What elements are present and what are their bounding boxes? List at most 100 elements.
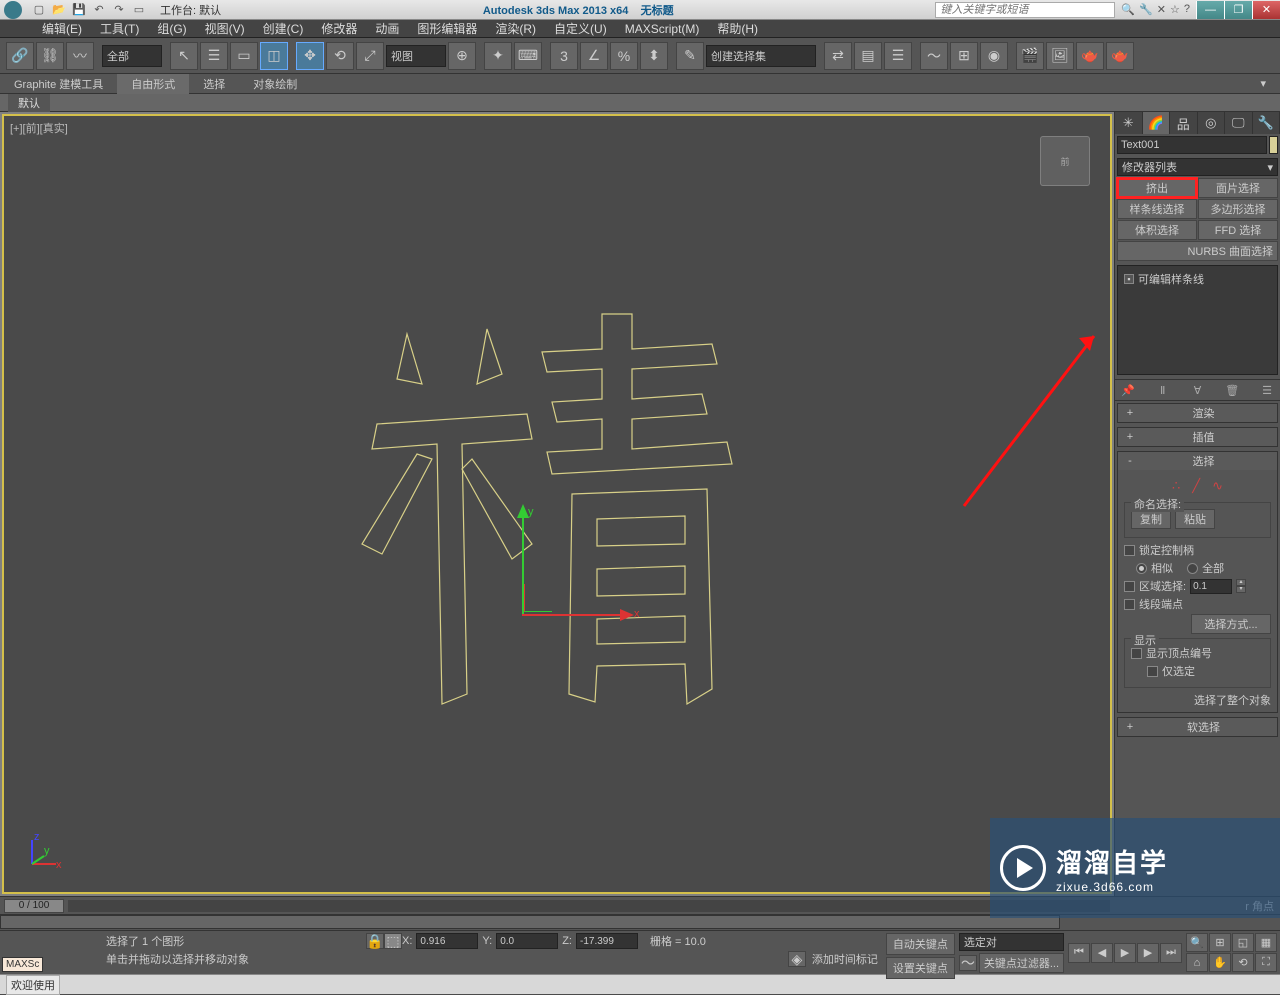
redo-icon[interactable]: ↷ [110, 2, 128, 18]
z-coord-field[interactable]: -17.399 [576, 933, 638, 949]
remove-modifier-icon[interactable]: 🗑 [1223, 382, 1241, 398]
prev-frame-icon[interactable]: ◀ [1091, 943, 1113, 963]
segment-level-icon[interactable]: ╱ [1192, 478, 1200, 494]
viewport-front[interactable]: [+][前][真实] 前 [2, 114, 1112, 894]
help-icon[interactable]: ? [1184, 3, 1190, 16]
y-coord-field[interactable]: 0.0 [496, 933, 558, 949]
ref-coord-system[interactable]: 视图 [386, 45, 446, 67]
patch-select-button[interactable]: 面片选择 [1198, 178, 1278, 198]
similar-radio[interactable] [1136, 563, 1147, 574]
maximize-viewport-icon[interactable]: ⛶ [1255, 953, 1277, 972]
selection-filter[interactable]: 全部 [102, 45, 162, 67]
undo-icon[interactable]: ↶ [90, 2, 108, 18]
zoom-extents-all-icon[interactable]: ▦ [1255, 933, 1277, 952]
modify-tab-icon[interactable]: 🌈 [1143, 112, 1171, 134]
menu-maxscript[interactable]: MAXScript(M) [617, 21, 708, 37]
poly-select-button[interactable]: 多边形选择 [1198, 199, 1278, 219]
pan-icon[interactable]: ✋ [1209, 953, 1231, 972]
use-center-icon[interactable]: ⊕ [448, 42, 476, 70]
configure-sets-icon[interactable]: ☰ [1258, 382, 1276, 398]
motion-tab-icon[interactable]: ◎ [1198, 112, 1226, 134]
layers-icon[interactable]: ☰ [884, 42, 912, 70]
menu-tools[interactable]: 工具(T) [92, 19, 147, 38]
minimize-button[interactable]: — [1196, 1, 1224, 19]
text-spline-object[interactable] [347, 294, 767, 714]
select-object-icon[interactable]: ↖ [170, 42, 198, 70]
extrude-button[interactable]: 挤出 [1117, 178, 1197, 198]
ribbon-minimize-icon[interactable]: ▾ [1246, 75, 1280, 92]
trackbar[interactable] [0, 915, 1060, 929]
spline-level-icon[interactable]: ∿ [1212, 478, 1223, 494]
select-link-icon[interactable]: 🔗 [6, 42, 34, 70]
add-time-tag[interactable]: 添加时间标记 [812, 951, 878, 967]
selection-lock-icon[interactable]: 🔒 [366, 933, 384, 949]
paste-named-sel-button[interactable]: 粘贴 [1175, 509, 1215, 529]
close-button[interactable]: ✕ [1252, 1, 1280, 19]
app-menu-icon[interactable] [4, 1, 22, 19]
new-icon[interactable]: ▢ [30, 2, 48, 18]
menu-help[interactable]: 帮助(H) [709, 19, 766, 38]
modifier-list-dropdown[interactable]: 修改器列表▾ [1117, 158, 1278, 176]
workspace-selector[interactable]: 工作台: 默认 [160, 2, 221, 18]
key-mode-icon[interactable]: 〜 [959, 955, 977, 971]
time-slider[interactable]: 0 / 100 [4, 899, 64, 913]
percent-snap-icon[interactable]: % [610, 42, 638, 70]
all-radio[interactable] [1187, 563, 1198, 574]
nurbs-select-button[interactable]: NURBS 曲面选择 [1117, 241, 1278, 261]
bind-spacewarp-icon[interactable]: 〰 [66, 42, 94, 70]
tab-graphite[interactable]: Graphite 建模工具 [0, 74, 117, 94]
spline-select-button[interactable]: 样条线选择 [1117, 199, 1197, 219]
render-production-icon[interactable]: 🫖 [1076, 42, 1104, 70]
snap-toggle-icon[interactable]: 3 [550, 42, 578, 70]
open-icon[interactable]: 📂 [50, 2, 68, 18]
schematic-view-icon[interactable]: ⊞ [950, 42, 978, 70]
search-go-icon[interactable]: 🔍 [1121, 3, 1135, 16]
spinner-up-icon[interactable]: ▴ [1236, 579, 1246, 586]
copy-named-sel-button[interactable]: 复制 [1131, 509, 1171, 529]
time-ruler[interactable] [68, 900, 1110, 912]
select-manipulate-icon[interactable]: ✦ [484, 42, 512, 70]
pin-stack-icon[interactable]: 📌 [1119, 382, 1137, 398]
tab-freeform[interactable]: 自由形式 [117, 74, 189, 94]
next-frame-icon[interactable]: ▶ [1137, 943, 1159, 963]
object-color-swatch[interactable] [1269, 136, 1278, 154]
named-selection-sets[interactable]: 创建选择集 [706, 45, 816, 67]
select-region-icon[interactable]: ▭ [230, 42, 258, 70]
select-by-button[interactable]: 选择方式... [1191, 614, 1271, 634]
maxscript-listener[interactable]: MAXSc [2, 957, 43, 972]
menu-customize[interactable]: 自定义(U) [546, 19, 615, 38]
select-by-name-icon[interactable]: ☰ [200, 42, 228, 70]
key-filters-button[interactable]: 关键点过滤器... [979, 953, 1064, 973]
vertex-level-icon[interactable]: ∴ [1172, 478, 1180, 494]
ffd-select-button[interactable]: FFD 选择 [1198, 220, 1278, 240]
subscription-icon[interactable]: 🔧 [1139, 3, 1153, 16]
spinner-down-icon[interactable]: ▾ [1236, 586, 1246, 593]
segment-end-checkbox[interactable] [1124, 599, 1135, 610]
save-icon[interactable]: 💾 [70, 2, 88, 18]
tab-selection[interactable]: 选择 [189, 74, 239, 94]
align-icon[interactable]: ▤ [854, 42, 882, 70]
angle-snap-icon[interactable]: ∠ [580, 42, 608, 70]
selection-list[interactable]: 选定对 [959, 933, 1064, 951]
rotate-icon[interactable]: ⟲ [326, 42, 354, 70]
project-icon[interactable]: ▭ [130, 2, 148, 18]
fov-icon[interactable]: ⌂ [1186, 953, 1208, 972]
vol-select-button[interactable]: 体积选择 [1117, 220, 1197, 240]
zoom-extents-icon[interactable]: ◱ [1232, 933, 1254, 952]
isolate-icon[interactable]: ◈ [788, 951, 806, 967]
menu-animation[interactable]: 动画 [367, 19, 407, 38]
menu-views[interactable]: 视图(V) [197, 19, 253, 38]
hierarchy-tab-icon[interactable]: 品 [1170, 112, 1198, 134]
create-tab-icon[interactable]: ✳ [1115, 112, 1143, 134]
material-editor-icon[interactable]: ◉ [980, 42, 1008, 70]
make-unique-icon[interactable]: ∀ [1189, 382, 1207, 398]
set-key-button[interactable]: 设置关键点 [886, 957, 955, 979]
viewcube[interactable]: 前 [1040, 136, 1090, 186]
lock-handles-checkbox[interactable] [1124, 545, 1135, 556]
only-selected-checkbox[interactable] [1147, 666, 1158, 677]
display-tab-icon[interactable]: 🖵 [1225, 112, 1253, 134]
curve-editor-icon[interactable]: 〜 [920, 42, 948, 70]
area-select-checkbox[interactable] [1124, 581, 1135, 592]
zoom-all-icon[interactable]: ⊞ [1209, 933, 1231, 952]
menu-rendering[interactable]: 渲染(R) [487, 19, 544, 38]
